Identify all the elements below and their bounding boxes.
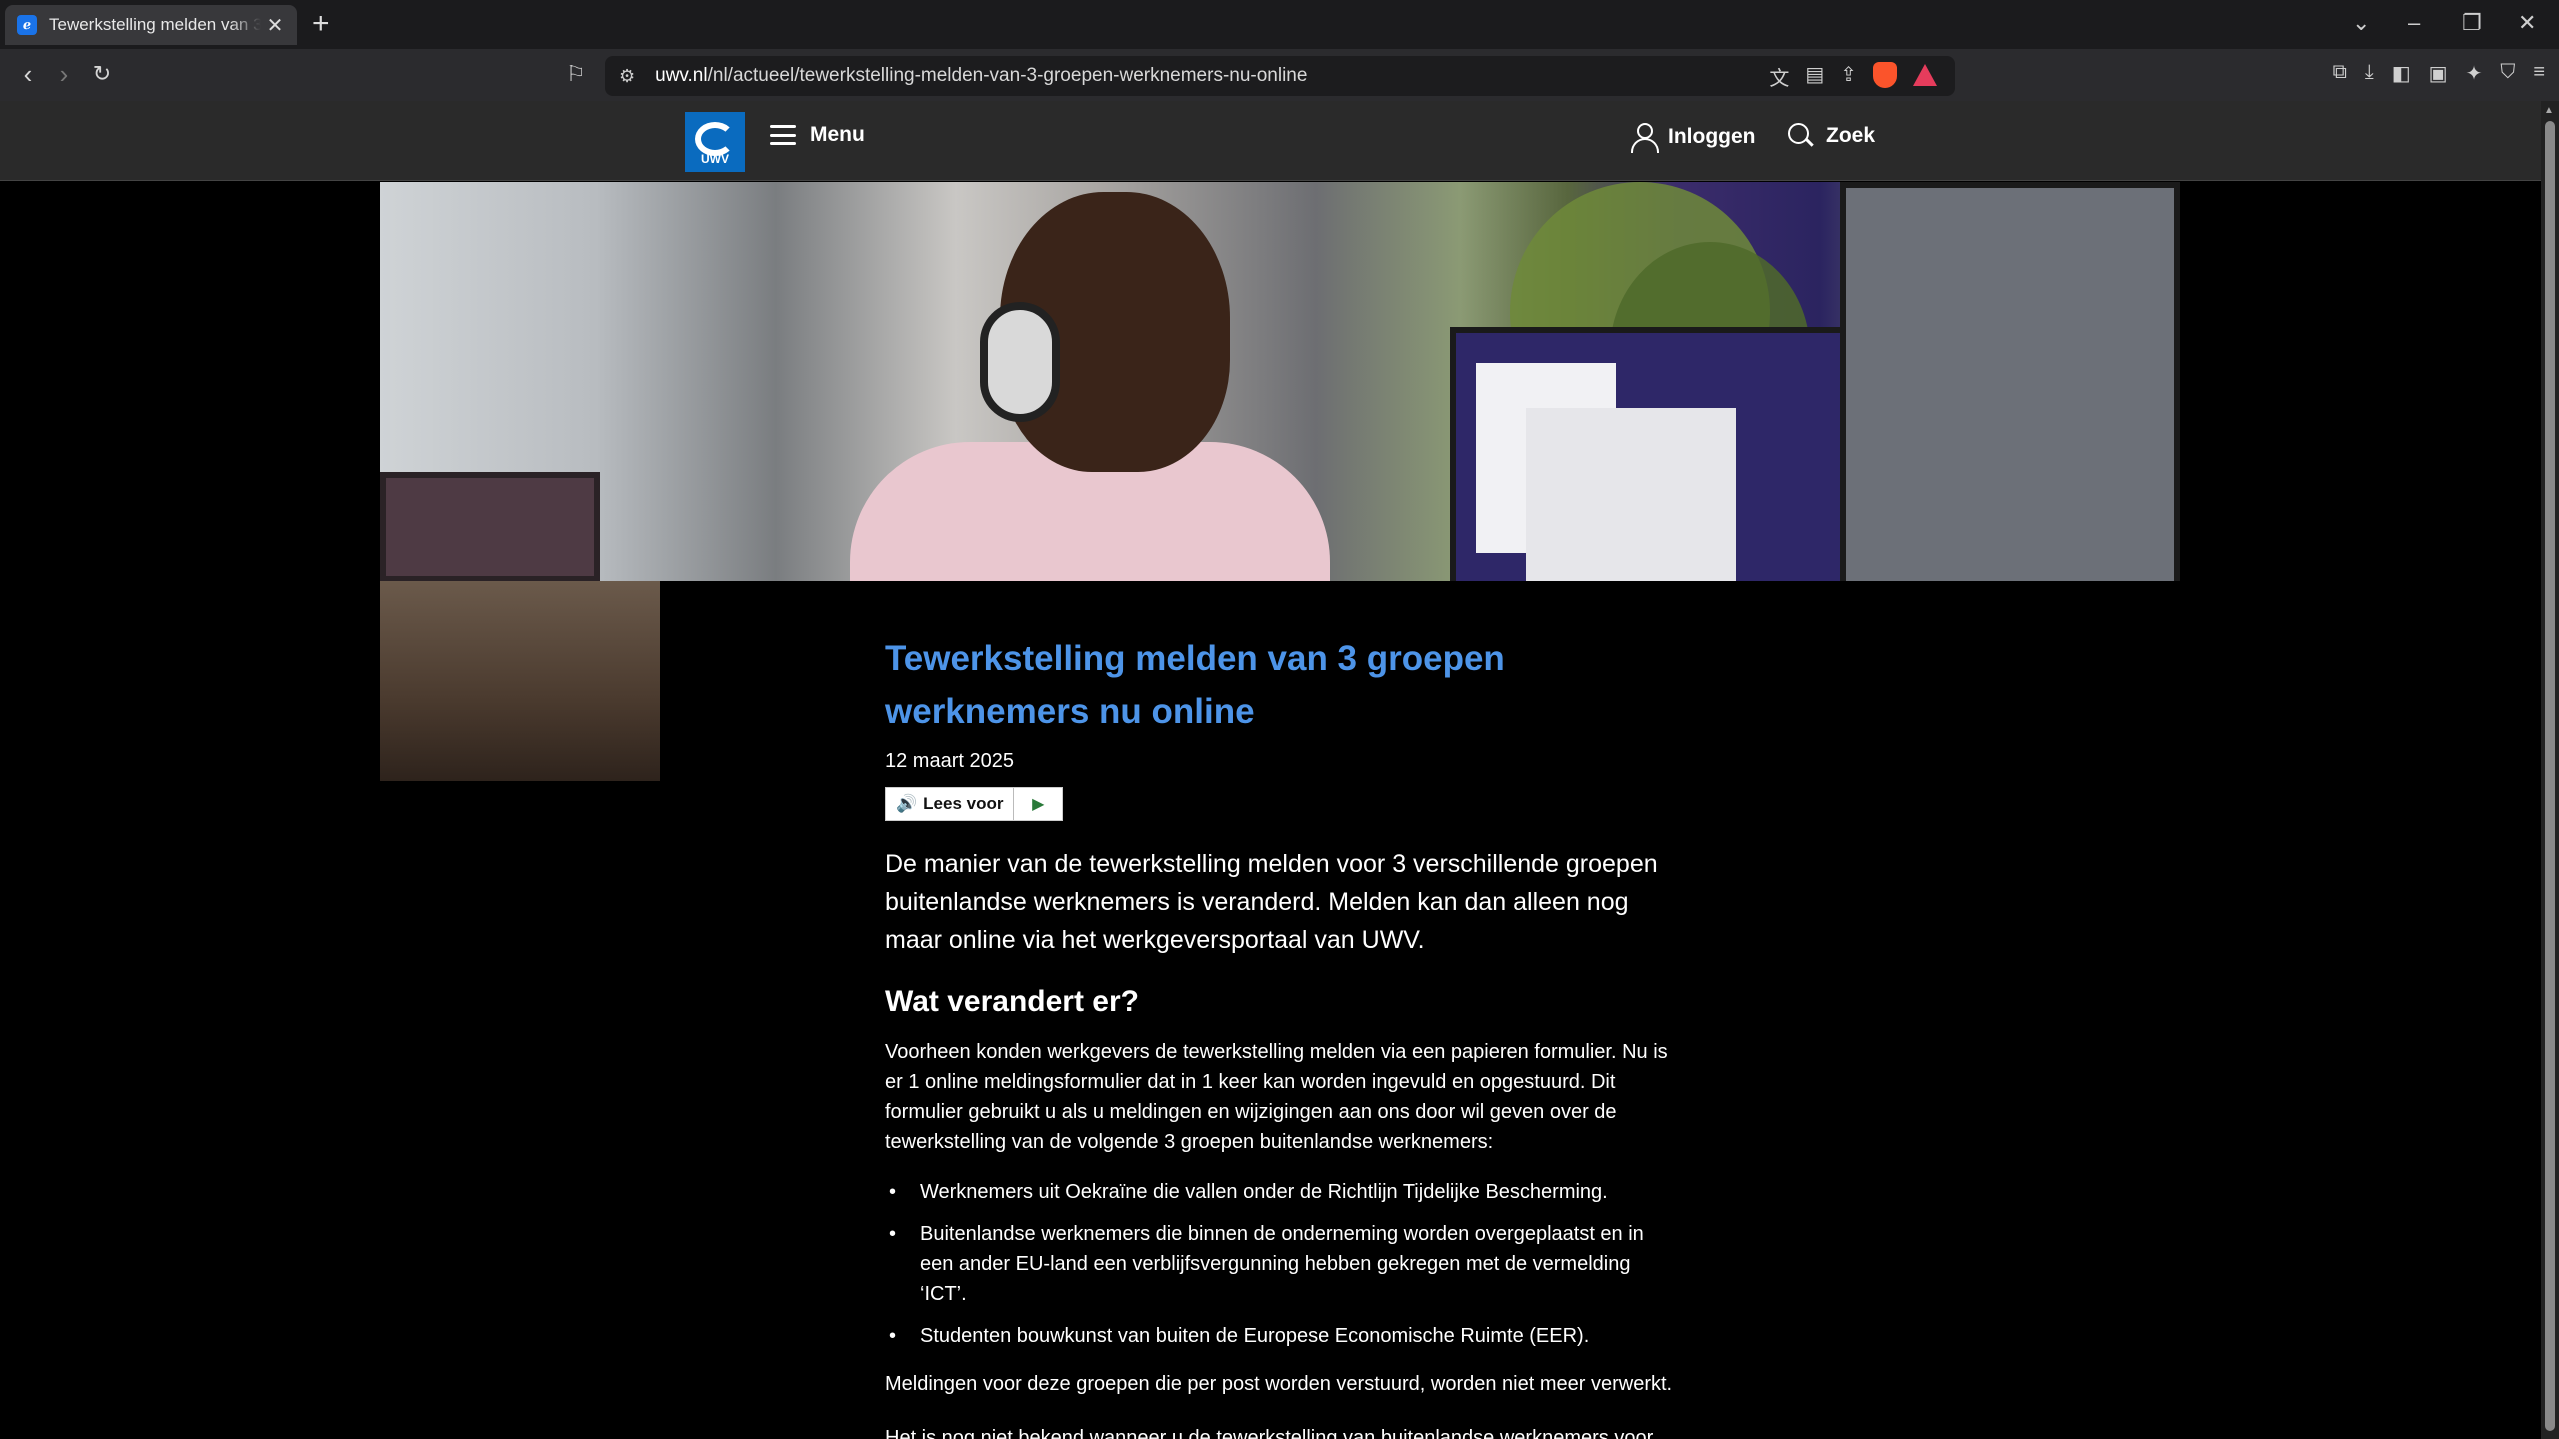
search-button[interactable]: Zoek (1788, 123, 1875, 149)
reader-mode-icon[interactable]: ▤ (1805, 62, 1824, 91)
page-title: Tewerkstelling melden van 3 groepen werk… (885, 639, 1505, 731)
forward-icon[interactable]: › (48, 59, 80, 90)
minimize-icon[interactable]: – (2408, 10, 2420, 36)
list-item: Buitenlandse werknemers die binnen de on… (885, 1219, 1675, 1309)
login-label: Inloggen (1668, 125, 1756, 148)
page-scrollbar[interactable]: ▲ (2541, 101, 2559, 1439)
menu-button[interactable]: Menu (770, 123, 865, 147)
hamburger-icon (770, 125, 796, 145)
scroll-up-icon[interactable]: ▲ (2544, 105, 2554, 116)
browser-tab[interactable]: ℯ Tewerkstelling melden van 3 groepen we… (5, 5, 297, 45)
reload-icon[interactable]: ↻ (86, 61, 118, 87)
site-settings-icon[interactable]: ⚙ (619, 66, 635, 87)
translate-icon[interactable]: 文 (1769, 62, 1789, 91)
search-label: Zoek (1826, 124, 1876, 147)
url-text[interactable]: uwv.nl/nl/actueel/tewerkstelling-melden-… (655, 65, 1307, 87)
back-icon[interactable]: ‹ (12, 59, 44, 90)
search-icon (1788, 123, 1814, 149)
address-bar[interactable]: ⚙ uwv.nl/nl/actueel/tewerkstelling-melde… (605, 56, 1955, 96)
section-heading: Wat verandert er? (885, 985, 1139, 1018)
read-aloud-label: Lees voor (923, 794, 1004, 813)
tab-title: Tewerkstelling melden van 3 groepen werk… (49, 15, 261, 34)
body-paragraph: Meldingen voor deze groepen die per post… (885, 1373, 1673, 1395)
speaker-icon: 🔊 (896, 794, 918, 813)
readspeaker-widget[interactable]: 🔊 Lees voor ▶ (885, 787, 1063, 821)
share-icon[interactable]: ⇪ (1840, 62, 1857, 91)
list-item: Studenten bouwkunst van buiten de Europe… (885, 1321, 1675, 1351)
new-tab-button[interactable]: + (312, 8, 330, 40)
brave-shields-icon[interactable] (1873, 62, 1897, 88)
uwv-swirl-icon (695, 122, 735, 156)
headphones (980, 302, 1060, 422)
browser-toolbar: ‹ › ↻ ⚐ ⚙ uwv.nl/nl/actueel/tewerkstelli… (0, 49, 2559, 101)
sidebar-icon[interactable]: ◧ (2392, 61, 2411, 86)
hero-image-desk (380, 581, 660, 781)
publish-date: 12 maart 2025 (885, 750, 1014, 772)
extensions-icon[interactable]: ⧉ (2333, 61, 2347, 86)
user-icon (1630, 123, 1659, 153)
close-window-icon[interactable]: ✕ (2518, 10, 2536, 36)
lead-paragraph: De manier van de tewerkstelling melden v… (885, 850, 1658, 954)
downloads-icon[interactable]: ⤓ (2365, 61, 2374, 86)
vpn-icon[interactable]: ⛉ (2500, 61, 2515, 86)
body-paragraph: Voorheen konden werkgevers de tewerkstel… (885, 1041, 1668, 1153)
wallet-icon[interactable]: ▣ (2429, 61, 2448, 86)
list-item: Werknemers uit Oekraïne die vallen onder… (885, 1177, 1675, 1207)
play-icon[interactable]: ▶ (1014, 788, 1062, 820)
menu-label: Menu (810, 123, 865, 146)
tab-list-chevron-icon[interactable]: ⌄ (2352, 10, 2370, 36)
leo-ai-icon[interactable]: ✦ (2466, 61, 2483, 86)
brave-rewards-icon[interactable] (1913, 64, 1937, 86)
close-tab-icon[interactable]: ✕ (265, 13, 285, 38)
scroll-thumb[interactable] (2545, 121, 2555, 1431)
browser-tab-bar: ℯ Tewerkstelling melden van 3 groepen we… (0, 0, 2559, 49)
cyclist-frame (380, 472, 600, 581)
uwv-favicon-icon: ℯ (17, 15, 37, 35)
uwv-logo[interactable]: UWV (685, 112, 745, 172)
bullet-list: Werknemers uit Oekraïne die vallen onder… (885, 1177, 1675, 1351)
restore-icon[interactable]: ❐ (2462, 10, 2482, 36)
read-aloud-button[interactable]: 🔊 Lees voor (886, 788, 1015, 820)
login-button[interactable]: Inloggen (1630, 123, 1756, 153)
bookmark-icon[interactable]: ⚐ (566, 61, 586, 87)
body-paragraph: Het is nog niet bekend wanneer u de tewe… (885, 1427, 1654, 1439)
site-header: UWV Menu Inloggen Zoek (0, 101, 2541, 181)
main-menu-icon[interactable]: ≡ (2533, 61, 2545, 86)
hero-image (380, 182, 2180, 581)
article: Tewerkstelling melden van 3 groepen werk… (885, 632, 1675, 1439)
